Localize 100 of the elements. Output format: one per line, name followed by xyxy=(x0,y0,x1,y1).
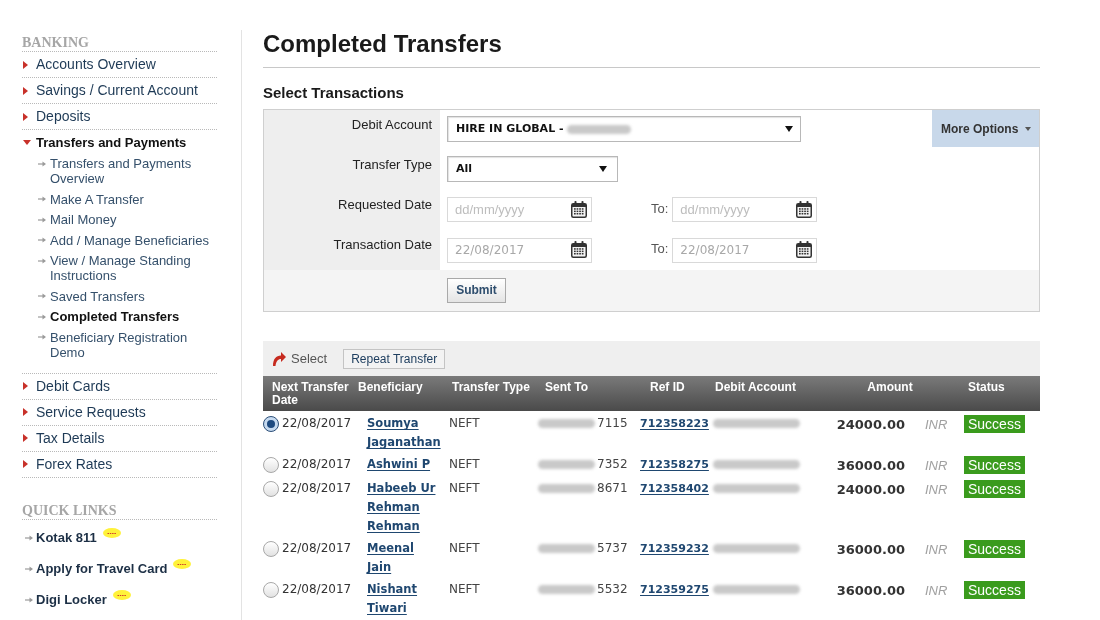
debit-account-select[interactable]: HIRE IN GLOBAL - xyxy=(447,116,801,142)
transfer-type-text: NEFT xyxy=(449,416,480,430)
amount-text: 24000.00 xyxy=(836,482,905,497)
submenu-item[interactable]: Transfers and Payments Overview xyxy=(50,156,217,186)
column-header: Debit Account xyxy=(715,380,796,394)
redaction-blur xyxy=(538,544,595,553)
beneficiary-link[interactable]: Ashwini P xyxy=(367,455,440,474)
date-text: 22/08/2017 xyxy=(282,581,352,598)
currency-text: INR xyxy=(925,542,948,557)
radio-button[interactable] xyxy=(263,415,279,432)
ref-id-link[interactable]: 712358275 xyxy=(640,458,709,471)
arrow-icon xyxy=(25,535,33,541)
caret-icon xyxy=(785,126,793,132)
sidebar-item[interactable]: Savings / Current Account xyxy=(36,80,198,101)
submenu-item[interactable]: View / Manage Standing Instructions xyxy=(50,253,217,283)
quick-link[interactable]: Kotak 811 xyxy=(36,528,97,548)
field-label: Transfer Type xyxy=(352,157,432,173)
arrow-icon xyxy=(38,160,46,167)
account-number-text: 7352 xyxy=(597,456,628,473)
sidebar-item[interactable]: Forex Rates xyxy=(36,453,113,475)
amount-text: 36000.00 xyxy=(836,583,905,598)
ref-id-link[interactable]: 712358402 xyxy=(640,482,709,495)
calendar-icon[interactable] xyxy=(796,201,813,218)
section-heading: QUICK LINKS xyxy=(22,502,117,518)
sidebar-item[interactable]: Debit Cards xyxy=(36,375,110,397)
status-badge: Success xyxy=(964,415,1025,433)
amount-text: 36000.00 xyxy=(836,458,905,473)
select-button[interactable]: Select xyxy=(272,348,328,369)
submenu-item[interactable]: Saved Transfers xyxy=(50,288,145,304)
beneficiary-link[interactable]: Meenal Jain xyxy=(367,539,440,577)
currency-text: INR xyxy=(925,482,948,497)
status-badge: Success xyxy=(964,456,1025,474)
date-input[interactable]: dd/mm/yyyy xyxy=(672,197,818,222)
date-input[interactable]: dd/mm/yyyy xyxy=(447,197,592,222)
column-header: Status xyxy=(968,380,1005,394)
repeat-transfer-button[interactable]: Repeat Transfer xyxy=(343,348,446,369)
status-badge: Success xyxy=(964,540,1025,558)
amount-text: 36000.00 xyxy=(836,542,905,557)
radio-button[interactable] xyxy=(263,480,279,497)
submenu-item[interactable]: Completed Transfers xyxy=(50,309,180,324)
status-badge: Success xyxy=(964,480,1025,498)
date-text: 22/08/2017 xyxy=(282,415,352,432)
caret-icon xyxy=(599,166,607,172)
curved-arrow-icon xyxy=(272,351,286,366)
column-header: Transfer Type xyxy=(452,380,530,394)
submit-button[interactable]: Submit xyxy=(447,277,506,303)
redaction-blur xyxy=(538,585,595,594)
arrow-icon xyxy=(25,597,33,603)
radio-button[interactable] xyxy=(263,540,279,557)
arrow-icon xyxy=(38,237,46,243)
sidebar-item[interactable]: Accounts Overview xyxy=(36,54,156,75)
calendar-icon[interactable] xyxy=(571,201,587,218)
arrow-icon xyxy=(38,216,46,223)
beneficiary-link[interactable]: Nishant Tiwari xyxy=(367,580,440,618)
radio-button[interactable] xyxy=(263,581,279,598)
submenu-item[interactable]: Mail Money xyxy=(50,212,117,227)
to-label: To: xyxy=(651,201,669,217)
calendar-icon[interactable] xyxy=(571,241,587,258)
currency-text: INR xyxy=(925,583,948,598)
transfer-type-text: NEFT xyxy=(449,582,480,596)
beneficiary-link[interactable]: Habeeb Ur Rehman Rehman xyxy=(367,479,440,536)
submenu-item[interactable]: Add / Manage Beneficiaries xyxy=(50,232,209,248)
arrow-icon xyxy=(25,566,33,572)
sidebar-item[interactable]: Deposits xyxy=(36,106,91,127)
section-title: Select Transactions xyxy=(263,84,404,102)
submenu-item[interactable]: Make A Transfer xyxy=(50,191,144,207)
arrow-icon xyxy=(38,334,46,340)
transfer-type-select[interactable]: All xyxy=(447,156,618,182)
account-number-text: 7115 xyxy=(597,415,628,432)
transfer-type-text: NEFT xyxy=(449,457,480,471)
sidebar-item[interactable]: Transfers and Payments xyxy=(36,132,187,153)
beneficiary-link[interactable]: Soumya Jaganathan xyxy=(367,414,440,452)
account-number-text: 5532 xyxy=(597,581,628,598)
date-text: 22/08/2017 xyxy=(282,456,352,473)
transfer-type-text: NEFT xyxy=(449,541,480,555)
sidebar-item[interactable]: Service Requests xyxy=(36,401,146,423)
redaction-blur xyxy=(538,484,595,493)
sidebar-item[interactable]: Tax Details xyxy=(36,427,105,449)
date-text: 22/08/2017 xyxy=(282,540,352,557)
redaction-blur xyxy=(538,460,595,469)
to-label: To: xyxy=(651,241,669,257)
more-options-button[interactable]: More Options xyxy=(932,110,1039,147)
quick-link[interactable]: Digi Locker xyxy=(36,590,107,610)
arrow-icon xyxy=(38,196,46,202)
calendar-icon[interactable] xyxy=(796,241,813,258)
radio-button[interactable] xyxy=(263,456,279,473)
account-number-text: 5737 xyxy=(597,540,628,557)
arrow-icon xyxy=(38,313,46,320)
column-header: Next Transfer Date xyxy=(272,380,349,407)
quick-link[interactable]: Apply for Travel Card xyxy=(36,559,168,579)
ref-id-link[interactable]: 712358223 xyxy=(640,417,709,430)
redaction-blur xyxy=(538,419,595,428)
ref-id-link[interactable]: 712359275 xyxy=(640,583,709,596)
account-number-text: 8671 xyxy=(597,480,628,497)
amount-text: 24000.00 xyxy=(836,417,905,432)
ref-id-link[interactable]: 712359232 xyxy=(640,542,709,555)
field-label: Requested Date xyxy=(338,197,432,213)
submenu-item[interactable]: Beneficiary Registration Demo xyxy=(50,329,217,360)
field-label: Transaction Date xyxy=(333,237,432,253)
arrow-icon xyxy=(38,257,46,264)
